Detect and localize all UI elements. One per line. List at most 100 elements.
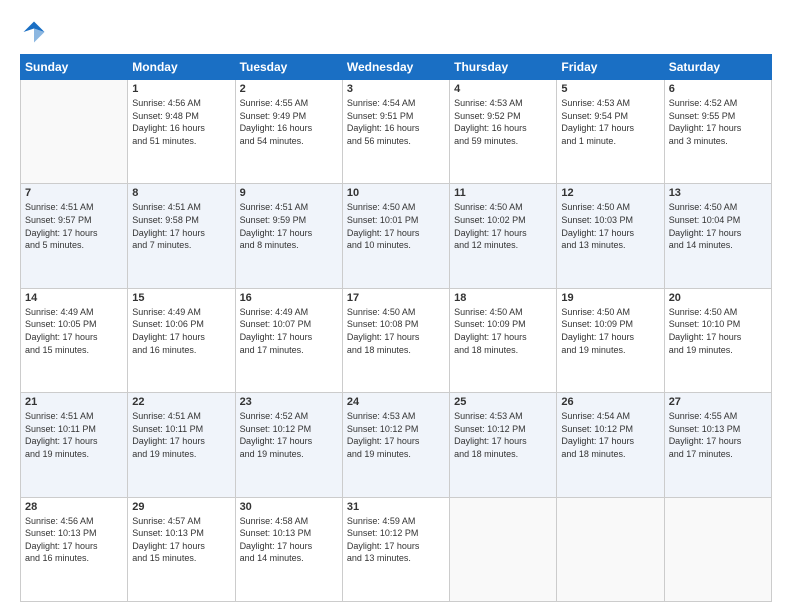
calendar-cell: 14 Sunrise: 4:49 AM Sunset: 10:05 PM Dayl… (21, 288, 128, 392)
calendar-cell: 12 Sunrise: 4:50 AM Sunset: 10:03 PM Dayl… (557, 184, 664, 288)
day-info: Sunrise: 4:49 AM Sunset: 10:06 PM Daylig… (132, 306, 230, 356)
logo (20, 18, 52, 46)
day-number: 5 (561, 83, 659, 95)
day-number: 19 (561, 292, 659, 304)
calendar-cell: 1Sunrise: 4:56 AM Sunset: 9:48 PM Daylig… (128, 80, 235, 184)
calendar-cell (21, 80, 128, 184)
day-info: Sunrise: 4:53 AM Sunset: 9:54 PM Dayligh… (561, 97, 659, 147)
calendar-header-thursday: Thursday (450, 55, 557, 80)
day-number: 9 (240, 187, 338, 199)
day-info: Sunrise: 4:49 AM Sunset: 10:05 PM Daylig… (25, 306, 123, 356)
calendar-header-monday: Monday (128, 55, 235, 80)
page: SundayMondayTuesdayWednesdayThursdayFrid… (0, 0, 792, 612)
calendar-cell: 24 Sunrise: 4:53 AM Sunset: 10:12 PM Dayl… (342, 393, 449, 497)
calendar-cell: 4 Sunrise: 4:53 AM Sunset: 9:52 PM Daylig… (450, 80, 557, 184)
day-info: Sunrise: 4:50 AM Sunset: 10:08 PM Daylig… (347, 306, 445, 356)
day-info: Sunrise: 4:54 AM Sunset: 10:12 PM Daylig… (561, 410, 659, 460)
calendar-cell: 18 Sunrise: 4:50 AM Sunset: 10:09 PM Dayl… (450, 288, 557, 392)
day-number: 8 (132, 187, 230, 199)
day-number: 11 (454, 187, 552, 199)
day-number: 29 (132, 501, 230, 513)
calendar-week-row: 14 Sunrise: 4:49 AM Sunset: 10:05 PM Dayl… (21, 288, 772, 392)
day-number: 10 (347, 187, 445, 199)
calendar-header-wednesday: Wednesday (342, 55, 449, 80)
calendar-cell: 13 Sunrise: 4:50 AM Sunset: 10:04 PM Dayl… (664, 184, 771, 288)
day-info: Sunrise: 4:52 AM Sunset: 9:55 PM Dayligh… (669, 97, 767, 147)
calendar-cell: 30 Sunrise: 4:58 AM Sunset: 10:13 PM Dayl… (235, 497, 342, 601)
day-number: 24 (347, 396, 445, 408)
logo-icon (20, 18, 48, 46)
calendar-cell: 9Sunrise: 4:51 AM Sunset: 9:59 PM Daylig… (235, 184, 342, 288)
calendar-cell: 7 Sunrise: 4:51 AM Sunset: 9:57 PM Daylig… (21, 184, 128, 288)
calendar-header-sunday: Sunday (21, 55, 128, 80)
day-info: Sunrise: 4:51 AM Sunset: 9:58 PM Dayligh… (132, 201, 230, 251)
day-number: 20 (669, 292, 767, 304)
calendar-cell: 27 Sunrise: 4:55 AM Sunset: 10:13 PM Dayl… (664, 393, 771, 497)
day-number: 16 (240, 292, 338, 304)
calendar-cell: 3 Sunrise: 4:54 AM Sunset: 9:51 PM Daylig… (342, 80, 449, 184)
day-info: Sunrise: 4:50 AM Sunset: 10:02 PM Daylig… (454, 201, 552, 251)
day-info: Sunrise: 4:55 AM Sunset: 10:13 PM Daylig… (669, 410, 767, 460)
calendar-cell: 28Sunrise: 4:56 AM Sunset: 10:13 PM Dayl… (21, 497, 128, 601)
day-info: Sunrise: 4:50 AM Sunset: 10:09 PM Daylig… (454, 306, 552, 356)
day-info: Sunrise: 4:50 AM Sunset: 10:03 PM Daylig… (561, 201, 659, 251)
day-number: 22 (132, 396, 230, 408)
day-number: 3 (347, 83, 445, 95)
day-info: Sunrise: 4:53 AM Sunset: 10:12 PM Daylig… (454, 410, 552, 460)
calendar-cell: 6 Sunrise: 4:52 AM Sunset: 9:55 PM Daylig… (664, 80, 771, 184)
day-info: Sunrise: 4:53 AM Sunset: 9:52 PM Dayligh… (454, 97, 552, 147)
day-info: Sunrise: 4:51 AM Sunset: 9:57 PM Dayligh… (25, 201, 123, 251)
day-info: Sunrise: 4:50 AM Sunset: 10:01 PM Daylig… (347, 201, 445, 251)
calendar-cell (557, 497, 664, 601)
calendar-cell: 2 Sunrise: 4:55 AM Sunset: 9:49 PM Daylig… (235, 80, 342, 184)
calendar-cell: 10 Sunrise: 4:50 AM Sunset: 10:01 PM Dayl… (342, 184, 449, 288)
calendar-cell: 17Sunrise: 4:50 AM Sunset: 10:08 PM Dayl… (342, 288, 449, 392)
day-number: 31 (347, 501, 445, 513)
calendar-week-row: 1Sunrise: 4:56 AM Sunset: 9:48 PM Daylig… (21, 80, 772, 184)
calendar: SundayMondayTuesdayWednesdayThursdayFrid… (20, 54, 772, 602)
day-number: 12 (561, 187, 659, 199)
day-number: 14 (25, 292, 123, 304)
day-info: Sunrise: 4:55 AM Sunset: 9:49 PM Dayligh… (240, 97, 338, 147)
calendar-header-tuesday: Tuesday (235, 55, 342, 80)
day-number: 2 (240, 83, 338, 95)
day-info: Sunrise: 4:56 AM Sunset: 10:13 PM Daylig… (25, 515, 123, 565)
calendar-header-friday: Friday (557, 55, 664, 80)
day-info: Sunrise: 4:50 AM Sunset: 10:09 PM Daylig… (561, 306, 659, 356)
calendar-cell: 31 Sunrise: 4:59 AM Sunset: 10:12 PM Dayl… (342, 497, 449, 601)
day-info: Sunrise: 4:59 AM Sunset: 10:12 PM Daylig… (347, 515, 445, 565)
day-number: 6 (669, 83, 767, 95)
calendar-week-row: 28Sunrise: 4:56 AM Sunset: 10:13 PM Dayl… (21, 497, 772, 601)
calendar-cell: 19 Sunrise: 4:50 AM Sunset: 10:09 PM Dayl… (557, 288, 664, 392)
header (20, 18, 772, 46)
calendar-cell: 11 Sunrise: 4:50 AM Sunset: 10:02 PM Dayl… (450, 184, 557, 288)
calendar-cell: 5 Sunrise: 4:53 AM Sunset: 9:54 PM Daylig… (557, 80, 664, 184)
day-info: Sunrise: 4:56 AM Sunset: 9:48 PM Dayligh… (132, 97, 230, 147)
day-number: 13 (669, 187, 767, 199)
calendar-cell: 25 Sunrise: 4:53 AM Sunset: 10:12 PM Dayl… (450, 393, 557, 497)
calendar-cell (664, 497, 771, 601)
calendar-cell: 16 Sunrise: 4:49 AM Sunset: 10:07 PM Dayl… (235, 288, 342, 392)
calendar-cell: 21Sunrise: 4:51 AM Sunset: 10:11 PM Dayl… (21, 393, 128, 497)
day-number: 30 (240, 501, 338, 513)
calendar-header-row: SundayMondayTuesdayWednesdayThursdayFrid… (21, 55, 772, 80)
day-number: 27 (669, 396, 767, 408)
calendar-header-saturday: Saturday (664, 55, 771, 80)
day-info: Sunrise: 4:50 AM Sunset: 10:04 PM Daylig… (669, 201, 767, 251)
day-info: Sunrise: 4:53 AM Sunset: 10:12 PM Daylig… (347, 410, 445, 460)
calendar-cell: 29Sunrise: 4:57 AM Sunset: 10:13 PM Dayl… (128, 497, 235, 601)
day-info: Sunrise: 4:58 AM Sunset: 10:13 PM Daylig… (240, 515, 338, 565)
day-info: Sunrise: 4:52 AM Sunset: 10:12 PM Daylig… (240, 410, 338, 460)
calendar-week-row: 21Sunrise: 4:51 AM Sunset: 10:11 PM Dayl… (21, 393, 772, 497)
day-number: 4 (454, 83, 552, 95)
day-number: 7 (25, 187, 123, 199)
calendar-cell: 23 Sunrise: 4:52 AM Sunset: 10:12 PM Dayl… (235, 393, 342, 497)
day-info: Sunrise: 4:49 AM Sunset: 10:07 PM Daylig… (240, 306, 338, 356)
day-number: 26 (561, 396, 659, 408)
day-number: 25 (454, 396, 552, 408)
calendar-cell: 15Sunrise: 4:49 AM Sunset: 10:06 PM Dayl… (128, 288, 235, 392)
day-info: Sunrise: 4:54 AM Sunset: 9:51 PM Dayligh… (347, 97, 445, 147)
calendar-cell: 20Sunrise: 4:50 AM Sunset: 10:10 PM Dayl… (664, 288, 771, 392)
day-number: 18 (454, 292, 552, 304)
day-number: 23 (240, 396, 338, 408)
